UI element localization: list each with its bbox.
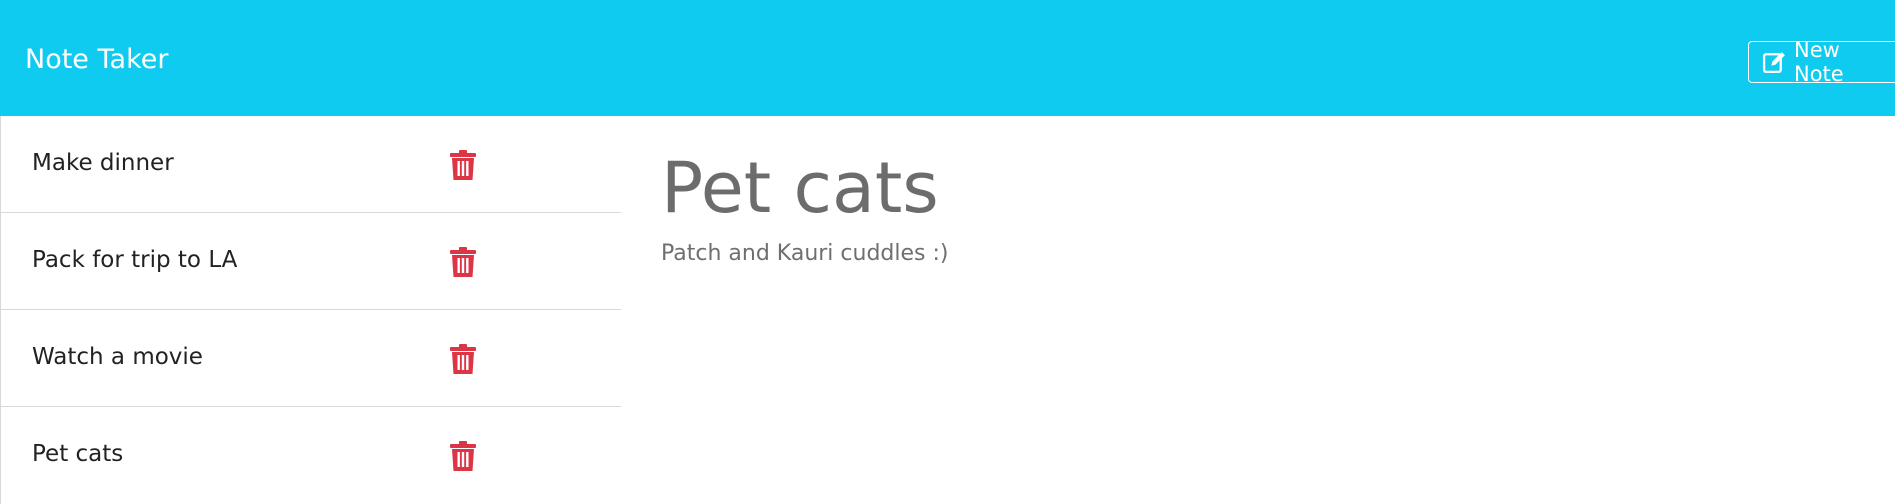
trash-icon[interactable] [450, 344, 476, 374]
pen-to-square-icon [1762, 50, 1787, 75]
trash-icon[interactable] [450, 150, 476, 180]
list-item[interactable]: Pack for trip to LA [0, 213, 621, 310]
note-title-input[interactable]: Pet cats [661, 138, 939, 238]
list-item[interactable]: Watch a movie [0, 310, 621, 407]
trash-icon[interactable] [450, 247, 476, 277]
new-note-button[interactable]: New Note [1748, 38, 1895, 86]
notes-list: Make dinner Pack for trip to LA Watch a … [0, 116, 621, 504]
new-note-label: New Note [1794, 38, 1844, 86]
note-title: Pet cats [32, 441, 124, 467]
note-title: Watch a movie [32, 344, 203, 370]
note-text-area[interactable]: Patch and Kauri cuddles :) [661, 238, 948, 270]
navbar: Note Taker New Note [0, 0, 1895, 116]
app-title[interactable]: Note Taker [25, 40, 168, 80]
list-item[interactable]: Pet cats [0, 407, 621, 504]
note-editor: Pet cats Patch and Kauri cuddles :) [621, 116, 1895, 504]
note-title: Make dinner [32, 150, 174, 176]
trash-icon[interactable] [450, 441, 476, 471]
note-title: Pack for trip to LA [32, 247, 238, 273]
list-item[interactable]: Make dinner [0, 116, 621, 213]
